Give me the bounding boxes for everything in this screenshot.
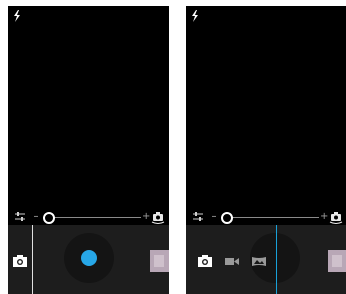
- camera-screen-default: – +: [8, 6, 169, 294]
- zoom-control: – +: [8, 209, 169, 225]
- zoom-slider-track[interactable]: [46, 217, 141, 218]
- zoom-slider-handle[interactable]: [43, 212, 55, 224]
- camera-bottom-bar: [186, 225, 346, 294]
- flash-auto-icon[interactable]: [190, 10, 200, 22]
- gallery-thumbnail[interactable]: [328, 250, 346, 272]
- zoom-control: – +: [186, 209, 346, 225]
- switch-camera-icon[interactable]: [329, 211, 343, 224]
- camera-icon[interactable]: [198, 255, 212, 267]
- camera-bottom-bar: [8, 225, 169, 294]
- shutter-button[interactable]: [81, 250, 97, 266]
- settings-sliders-icon[interactable]: [192, 211, 204, 223]
- zoom-slider-track[interactable]: [224, 217, 319, 218]
- settings-sliders-icon[interactable]: [14, 211, 26, 223]
- zoom-in-label: +: [142, 211, 151, 222]
- camera-screen-modes: – +: [186, 6, 346, 294]
- camera-icon[interactable]: [13, 255, 27, 267]
- panorama-icon[interactable]: [252, 255, 266, 267]
- gallery-thumbnail[interactable]: [150, 250, 169, 272]
- video-icon[interactable]: [225, 255, 239, 267]
- zoom-slider-handle[interactable]: [221, 212, 233, 224]
- mode-divider-active[interactable]: [276, 225, 277, 294]
- zoom-in-label: +: [320, 211, 329, 222]
- flash-auto-icon[interactable]: [12, 10, 22, 22]
- switch-camera-icon[interactable]: [151, 211, 165, 224]
- zoom-out-label: –: [211, 211, 217, 222]
- mode-divider: [32, 225, 33, 294]
- zoom-out-label: –: [33, 211, 39, 222]
